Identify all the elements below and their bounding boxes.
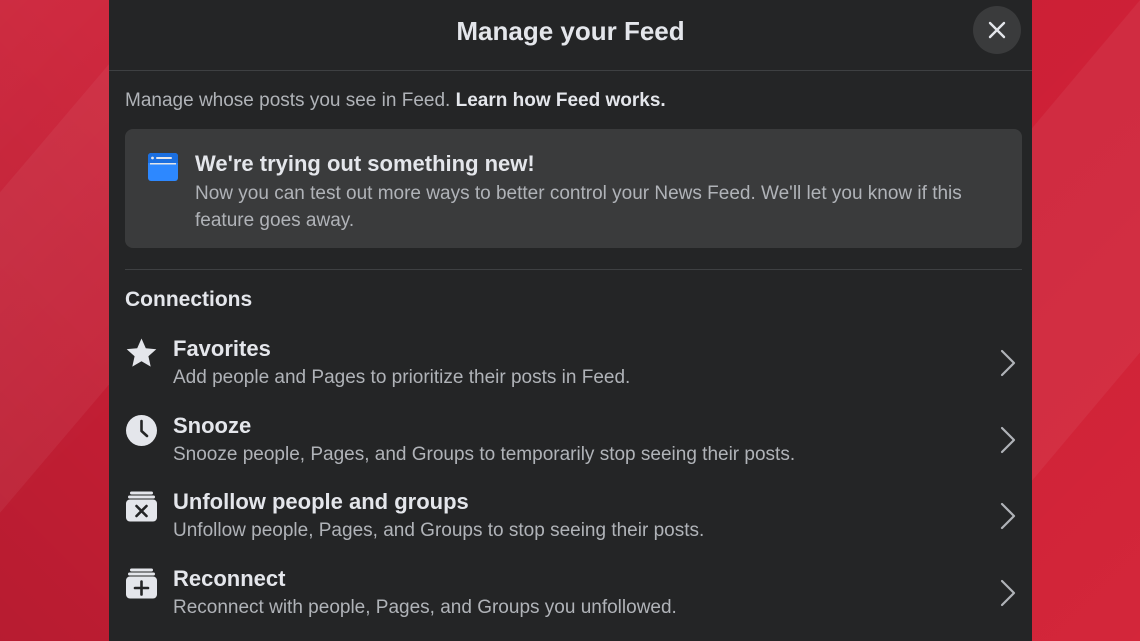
new-feature-notice: We're trying out something new! Now you …	[125, 129, 1022, 248]
background-shard	[1032, 0, 1140, 481]
feed-intro-text: Manage whose posts you see in Feed.	[125, 90, 451, 111]
connection-item-description: Unfollow people, Pages, and Groups to st…	[173, 520, 705, 541]
connection-item-reconnect[interactable]: Reconnect Reconnect with people, Pages, …	[109, 564, 1032, 634]
connections-heading: Connections	[125, 288, 253, 311]
clock-icon	[126, 415, 157, 446]
connection-item-label: Reconnect	[173, 566, 286, 591]
chevron-right-icon	[1000, 426, 1016, 454]
close-icon	[988, 21, 1006, 39]
connection-item-snooze[interactable]: Snooze Snooze people, Pages, and Groups …	[109, 411, 1032, 481]
unfollow-box-icon	[126, 491, 157, 522]
connection-item-favorites[interactable]: Favorites Add people and Pages to priori…	[109, 334, 1032, 404]
feed-window-icon	[148, 153, 178, 181]
connection-item-label: Unfollow people and groups	[173, 489, 469, 514]
section-divider	[125, 269, 1022, 270]
chevron-right-icon	[1000, 579, 1016, 607]
dialog-header: Manage your Feed	[109, 0, 1032, 71]
dialog-title: Manage your Feed	[456, 16, 685, 46]
connection-item-label: Snooze	[173, 413, 252, 438]
connection-item-description: Add people and Pages to prioritize their…	[173, 367, 631, 388]
close-button[interactable]	[973, 6, 1021, 54]
feed-intro: Manage whose posts you see in Feed. Lear…	[125, 90, 666, 112]
chevron-right-icon	[1000, 502, 1016, 530]
manage-feed-dialog: Manage your Feed Manage whose posts you …	[109, 0, 1032, 641]
star-icon	[126, 338, 157, 367]
connection-item-unfollow[interactable]: Unfollow people and groups Unfollow peop…	[109, 487, 1032, 557]
background-shard	[0, 64, 109, 513]
connection-item-description: Snooze people, Pages, and Groups to temp…	[173, 444, 796, 465]
connection-item-description: Reconnect with people, Pages, and Groups…	[173, 597, 677, 618]
connection-item-label: Favorites	[173, 336, 271, 361]
notice-body: Now you can test out more ways to better…	[195, 183, 962, 231]
reconnect-box-icon	[126, 568, 157, 599]
notice-title: We're trying out something new!	[195, 151, 535, 176]
chevron-right-icon	[1000, 349, 1016, 377]
learn-how-feed-works-link[interactable]: Learn how Feed works.	[456, 90, 666, 111]
